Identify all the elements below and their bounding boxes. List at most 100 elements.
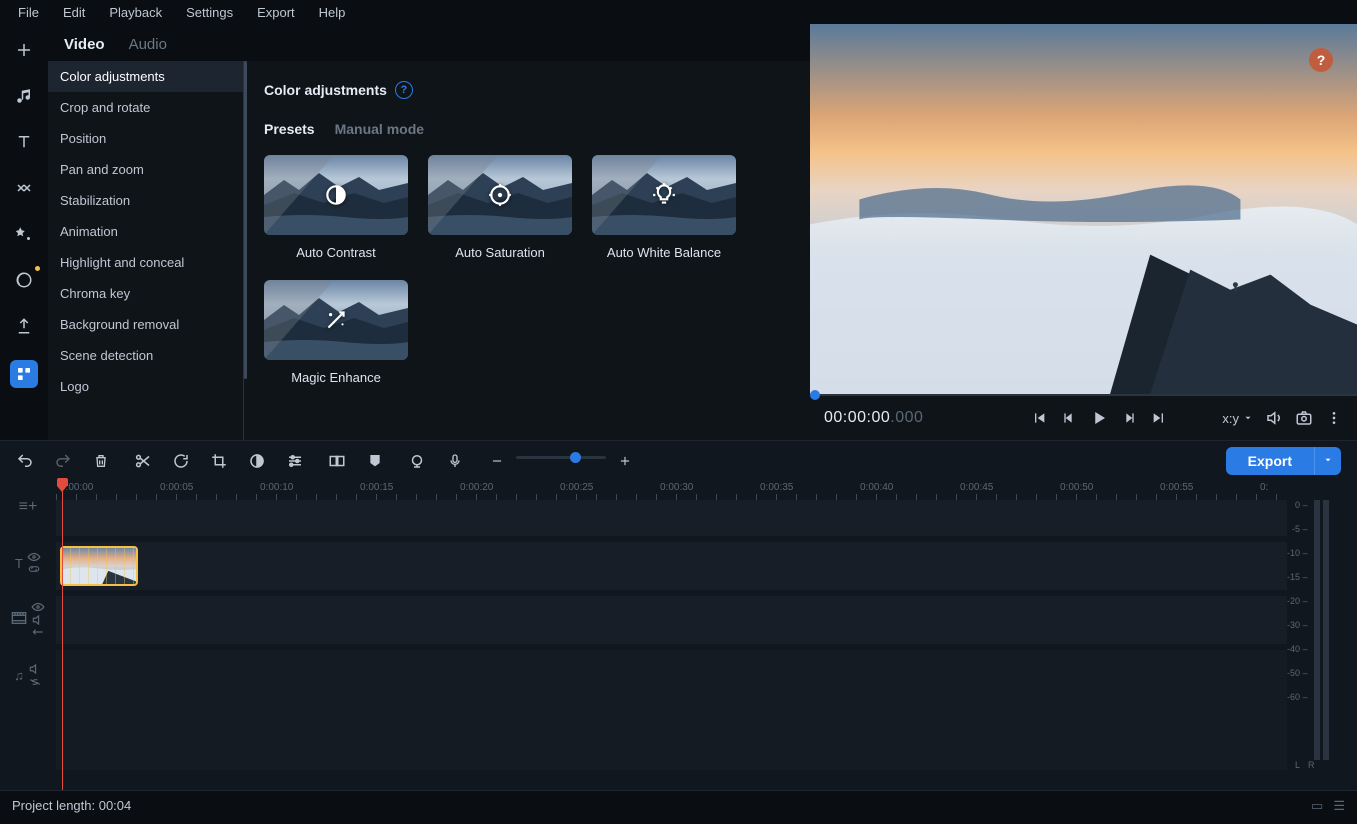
tool-logo[interactable]: Logo (48, 371, 243, 402)
link-icon[interactable] (27, 564, 41, 574)
tool-pan-zoom[interactable]: Pan and zoom (48, 154, 243, 185)
tool-color-adjustments[interactable]: Color adjustments (48, 61, 243, 92)
extra-track[interactable] (56, 650, 1287, 770)
visibility-icon[interactable] (27, 552, 41, 562)
ruler-mark: 0:00:40 (860, 482, 893, 493)
step-back-icon[interactable] (1060, 409, 1078, 427)
timeline-body[interactable]: 0:00:000:00:050:00:100:00:150:00:200:00:… (56, 480, 1287, 790)
menu-settings[interactable]: Settings (174, 3, 245, 22)
timeline: ≡+ T ♫ (0, 480, 1357, 790)
marker-icon[interactable] (366, 452, 384, 470)
ruler-mark: 0:00:20 (460, 482, 493, 493)
menu-file[interactable]: File (6, 3, 51, 22)
export-dropdown[interactable] (1314, 447, 1341, 475)
mute-icon[interactable] (28, 663, 42, 675)
tab-audio[interactable]: Audio (129, 36, 167, 53)
split-icon[interactable] (134, 452, 152, 470)
overlay-track-icon: T (15, 556, 23, 571)
skip-end-icon[interactable] (1150, 409, 1168, 427)
video-clip[interactable] (60, 546, 138, 586)
more-tools-icon[interactable] (10, 360, 38, 388)
transitions-icon[interactable] (12, 176, 36, 200)
music-icon[interactable] (12, 84, 36, 108)
ruler-mark: 0:00:25 (560, 482, 593, 493)
skip-start-icon[interactable] (1030, 409, 1048, 427)
scrollbar[interactable] (244, 61, 247, 379)
unlink-icon[interactable] (28, 677, 42, 687)
mode-manual[interactable]: Manual mode (335, 121, 424, 137)
tool-chroma-key[interactable]: Chroma key (48, 278, 243, 309)
volume-icon[interactable] (1265, 409, 1283, 427)
export-button[interactable]: Export (1226, 447, 1314, 475)
preview-viewport[interactable]: ? (810, 24, 1357, 394)
adjust-icon[interactable] (286, 452, 304, 470)
preset-bulb[interactable]: Auto White Balance (592, 155, 736, 260)
visibility-icon[interactable] (31, 602, 45, 612)
stickers-icon[interactable] (12, 268, 36, 292)
preset-target[interactable]: Auto Saturation (428, 155, 572, 260)
tool-highlight-conceal[interactable]: Highlight and conceal (48, 247, 243, 278)
tool-position[interactable]: Position (48, 123, 243, 154)
ruler-mark: 0:00:35 (760, 482, 793, 493)
rotate-icon[interactable] (172, 452, 190, 470)
record-icon[interactable] (408, 452, 426, 470)
tool-scene-detection[interactable]: Scene detection (48, 340, 243, 371)
preview-panel: ? 00:00:00.000 x:y (810, 24, 1357, 440)
mode-presets[interactable]: Presets (264, 121, 315, 137)
preset-contrast[interactable]: Auto Contrast (264, 155, 408, 260)
tool-stabilization[interactable]: Stabilization (48, 185, 243, 216)
tool-background-removal[interactable]: Background removal (48, 309, 243, 340)
playhead[interactable] (62, 480, 63, 790)
ruler-mark: 0:00:05 (160, 482, 193, 493)
help-icon[interactable]: ? (395, 81, 413, 99)
video-track[interactable] (56, 542, 1287, 590)
panel-tabs: Video Audio (48, 24, 810, 61)
meter-right (1323, 500, 1329, 760)
crop-icon[interactable] (210, 452, 228, 470)
step-forward-icon[interactable] (1120, 409, 1138, 427)
view-mode-1-icon[interactable]: ▭ (1311, 798, 1323, 814)
overlay-track[interactable] (56, 500, 1287, 536)
back-icon[interactable] (31, 628, 45, 636)
zoom-out-icon[interactable] (488, 452, 506, 470)
menu-playback[interactable]: Playback (97, 3, 174, 22)
preview-scrubber[interactable] (810, 394, 1357, 396)
add-icon[interactable] (12, 38, 36, 62)
ruler-mark: 0:00:55 (1160, 482, 1193, 493)
zoom-in-icon[interactable] (616, 452, 634, 470)
menu-help[interactable]: Help (307, 3, 358, 22)
color-icon[interactable] (248, 452, 266, 470)
ruler-mark: 0:00:45 (960, 482, 993, 493)
menu-edit[interactable]: Edit (51, 3, 97, 22)
view-mode-2-icon[interactable]: ☰ (1333, 798, 1345, 814)
mic-icon[interactable] (446, 452, 464, 470)
aspect-ratio-dropdown[interactable]: x:y (1222, 411, 1253, 426)
preview-more-icon[interactable] (1325, 409, 1343, 427)
ruler-mark: 0:00:10 (260, 482, 293, 493)
delete-icon[interactable] (92, 452, 110, 470)
effects-icon[interactable] (12, 222, 36, 246)
audio-track[interactable] (56, 596, 1287, 644)
ruler-mark: 0: (1260, 482, 1268, 493)
mute-icon[interactable] (31, 614, 45, 626)
tool-list: Color adjustments Crop and rotate Positi… (48, 61, 244, 440)
timeline-toolbar: Export (0, 440, 1357, 480)
tool-crop-rotate[interactable]: Crop and rotate (48, 92, 243, 123)
zoom-slider[interactable] (516, 456, 606, 459)
track-headers: ≡+ T ♫ (0, 480, 56, 790)
export-rail-icon[interactable] (12, 314, 36, 338)
tab-video[interactable]: Video (64, 36, 105, 53)
play-icon[interactable] (1090, 409, 1108, 427)
timeline-ruler[interactable]: 0:00:000:00:050:00:100:00:150:00:200:00:… (56, 480, 1287, 500)
preview-help-icon[interactable]: ? (1309, 48, 1333, 72)
undo-icon[interactable] (16, 452, 34, 470)
redo-icon[interactable] (54, 452, 72, 470)
project-length: Project length: 00:04 (12, 798, 131, 813)
add-track-icon[interactable]: ≡+ (19, 498, 38, 516)
transition-tool-icon[interactable] (328, 452, 346, 470)
menu-export[interactable]: Export (245, 3, 307, 22)
preset-wand[interactable]: Magic Enhance (264, 280, 408, 385)
text-icon[interactable] (12, 130, 36, 154)
snapshot-icon[interactable] (1295, 409, 1313, 427)
tool-animation[interactable]: Animation (48, 216, 243, 247)
